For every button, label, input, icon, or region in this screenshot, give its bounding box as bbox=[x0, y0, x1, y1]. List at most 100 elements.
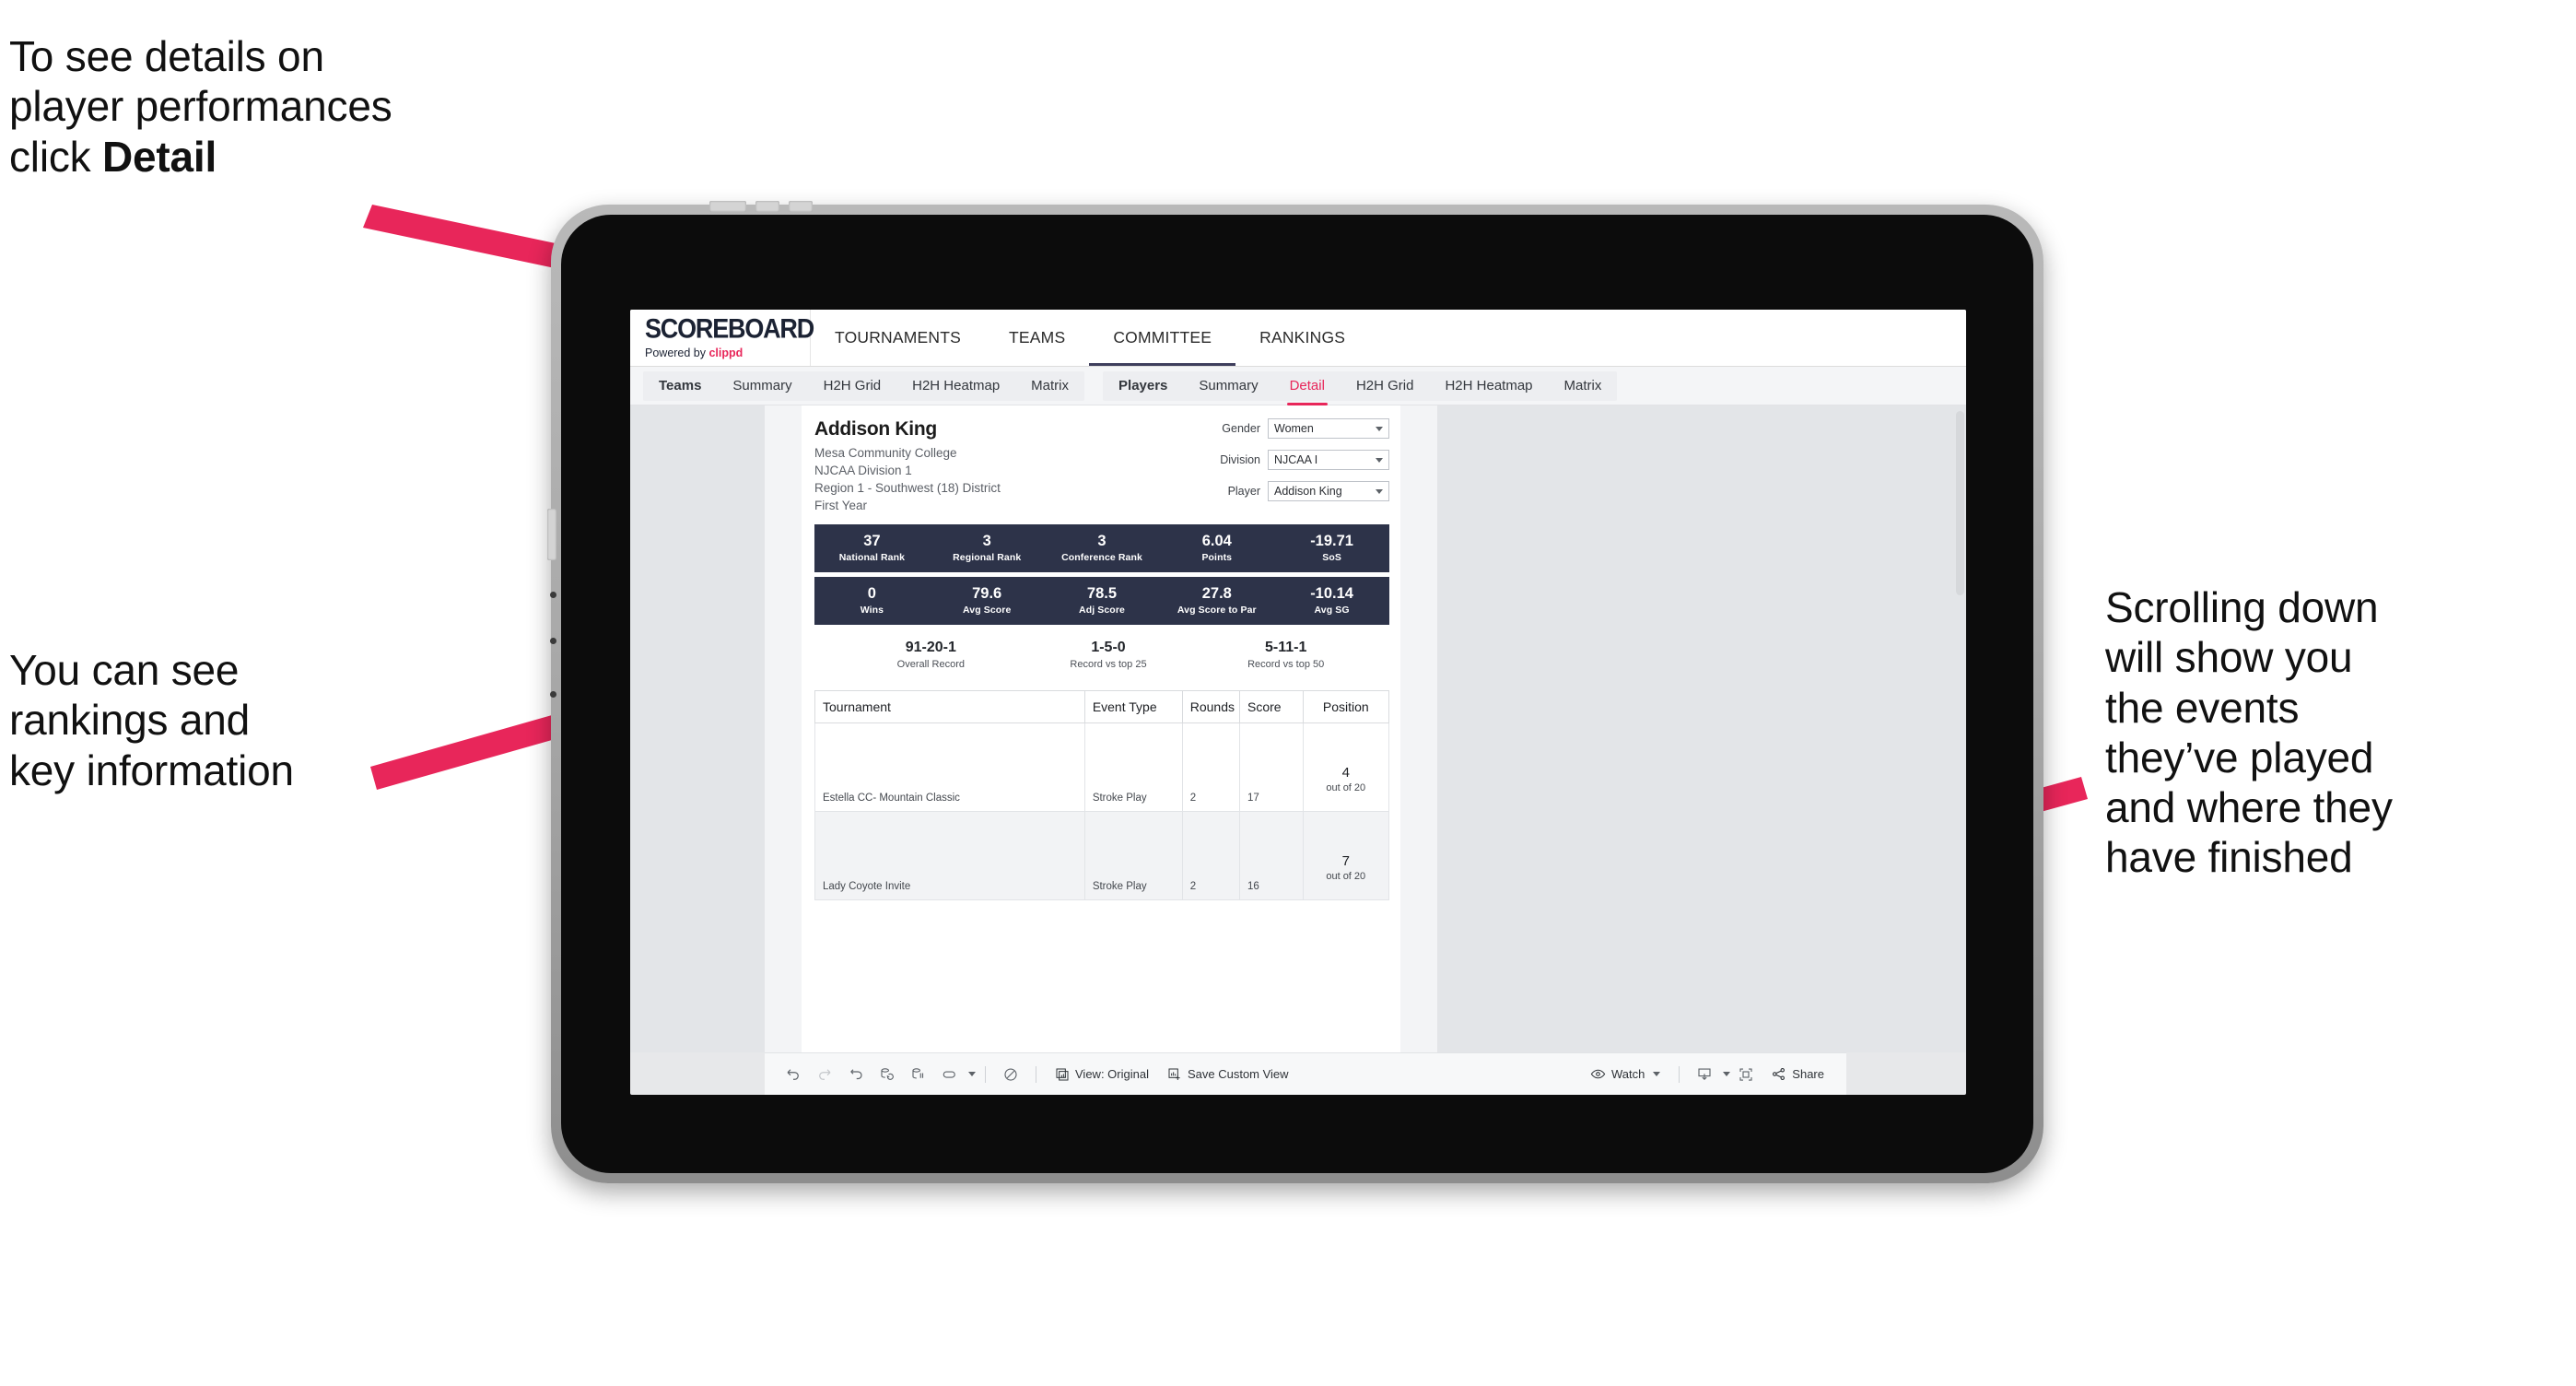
col-tournament[interactable]: Tournament bbox=[814, 689, 1085, 723]
stat-value: 37 bbox=[863, 533, 881, 550]
subnav-teams-matrix[interactable]: Matrix bbox=[1015, 371, 1084, 401]
cell-rounds: 2 bbox=[1181, 810, 1241, 900]
record-value: 1-5-0 bbox=[1091, 639, 1126, 655]
share-button[interactable]: Share bbox=[1762, 1061, 1833, 1088]
loop-dropdown-caret-icon[interactable] bbox=[968, 1072, 976, 1076]
stat-sos: -19.71 SoS bbox=[1274, 533, 1389, 563]
subnav-players-h2h-heatmap[interactable]: H2H Heatmap bbox=[1429, 371, 1548, 401]
sub-navigation: Teams Summary H2H Grid H2H Heatmap Matri… bbox=[630, 367, 1966, 405]
record-value: 5-11-1 bbox=[1264, 639, 1307, 655]
stat-label: Adj Score bbox=[1079, 605, 1125, 617]
watch-dropdown-caret-icon[interactable] bbox=[1653, 1072, 1661, 1076]
subnav-teams[interactable]: Teams bbox=[643, 371, 717, 401]
tablet-power-button[interactable] bbox=[709, 201, 746, 212]
stat-value: -19.71 bbox=[1310, 533, 1353, 550]
stat-points: 6.04 Points bbox=[1159, 533, 1274, 563]
download-dropdown-caret-icon[interactable] bbox=[1723, 1072, 1731, 1076]
subnav-players-detail[interactable]: Detail bbox=[1274, 371, 1341, 405]
player-dropdown[interactable]: Addison King bbox=[1268, 481, 1389, 501]
cell-rounds: 2 bbox=[1181, 722, 1241, 812]
refresh-data-icon[interactable] bbox=[872, 1061, 903, 1088]
share-label: Share bbox=[1792, 1067, 1824, 1081]
brand-powered-by: Powered by clippd bbox=[645, 346, 810, 359]
redo-icon[interactable] bbox=[809, 1061, 840, 1088]
col-score[interactable]: Score bbox=[1239, 689, 1304, 723]
chevron-down-icon bbox=[1376, 427, 1383, 431]
stat-label: Avg Score to Par bbox=[1177, 605, 1257, 617]
tablet-volume-down-button[interactable] bbox=[789, 201, 813, 212]
cell-event-type: Stroke Play bbox=[1083, 810, 1183, 900]
revert-icon[interactable] bbox=[840, 1061, 872, 1088]
division-dropdown[interactable]: NJCAA I bbox=[1268, 450, 1389, 470]
vertical-scrollbar[interactable] bbox=[1956, 411, 1964, 595]
col-rounds[interactable]: Rounds bbox=[1181, 689, 1241, 723]
col-position[interactable]: Position bbox=[1302, 689, 1390, 723]
cell-score: 16 bbox=[1239, 810, 1304, 900]
subnav-players-summary[interactable]: Summary bbox=[1183, 371, 1273, 401]
annotation-top-left-bold: Detail bbox=[102, 132, 217, 181]
download-icon[interactable] bbox=[1689, 1061, 1720, 1088]
player-label: Player bbox=[1227, 485, 1260, 498]
toolbar-divider bbox=[1679, 1065, 1680, 1083]
loop-icon[interactable] bbox=[934, 1061, 966, 1088]
division-label: Division bbox=[1220, 453, 1260, 466]
top-nav-rankings[interactable]: RANKINGS bbox=[1235, 310, 1369, 366]
stat-label: National Rank bbox=[838, 552, 906, 564]
player-value: Addison King bbox=[1274, 485, 1342, 498]
cell-tournament: Lady Coyote Invite bbox=[814, 810, 1085, 900]
annotation-right: Scrolling down will show you the events … bbox=[2105, 583, 2393, 882]
pause-data-icon[interactable] bbox=[903, 1061, 934, 1088]
toolbar-divider bbox=[985, 1065, 986, 1083]
stat-avg-sg: -10.14 Avg SG bbox=[1274, 585, 1389, 616]
stat-value: 6.04 bbox=[1201, 533, 1232, 550]
division-selector-row: Division NJCAA I bbox=[1176, 450, 1389, 470]
col-event-type[interactable]: Event Type bbox=[1083, 689, 1183, 723]
subnav-teams-summary[interactable]: Summary bbox=[717, 371, 807, 401]
pause-auto-update-icon[interactable] bbox=[995, 1061, 1026, 1088]
events-table: Tournament Event Type Rounds Score Posit… bbox=[814, 689, 1390, 900]
table-row[interactable]: Lady Coyote Invite Stroke Play 2 16 7 ou… bbox=[814, 810, 1390, 900]
subnav-players-matrix[interactable]: Matrix bbox=[1549, 371, 1618, 401]
watch-button[interactable]: Watch bbox=[1581, 1061, 1669, 1088]
undo-icon[interactable] bbox=[778, 1061, 809, 1088]
top-nav-committee[interactable]: COMMITTEE bbox=[1089, 310, 1235, 366]
stat-regional-rank: 3 Regional Rank bbox=[930, 533, 1045, 563]
tablet-volume-up-button[interactable] bbox=[755, 201, 779, 212]
gender-dropdown[interactable]: Women bbox=[1268, 418, 1389, 439]
top-nav-teams[interactable]: TEAMS bbox=[985, 310, 1089, 366]
fullscreen-icon[interactable] bbox=[1730, 1061, 1762, 1088]
top-nav-tournaments[interactable]: TOURNAMENTS bbox=[811, 310, 985, 366]
player-detail-sheet: Addison King Mesa Community College NJCA… bbox=[802, 405, 1400, 1052]
subnav-players[interactable]: Players bbox=[1103, 371, 1183, 401]
stat-value: 0 bbox=[867, 585, 876, 603]
brand-title: SCOREBOARD bbox=[645, 313, 814, 344]
table-row[interactable]: Estella CC- Mountain Classic Stroke Play… bbox=[814, 722, 1390, 812]
record-vs-top-50: 5-11-1 Record vs top 50 bbox=[1197, 640, 1375, 670]
player-selector-row: Player Addison King bbox=[1176, 481, 1389, 501]
subnav-teams-h2h-grid[interactable]: H2H Grid bbox=[808, 371, 897, 401]
tablet-side-button[interactable] bbox=[547, 509, 556, 560]
cell-event-type: Stroke Play bbox=[1083, 722, 1183, 812]
stat-wins: 0 Wins bbox=[814, 585, 930, 616]
view-original-button[interactable]: View: Original bbox=[1046, 1061, 1158, 1088]
position-out-of: out of 20 bbox=[1326, 781, 1366, 793]
chevron-down-icon bbox=[1376, 458, 1383, 463]
save-custom-view-button[interactable]: Save Custom View bbox=[1158, 1061, 1298, 1088]
stat-value: 78.5 bbox=[1086, 585, 1118, 603]
subnav-players-h2h-grid[interactable]: H2H Grid bbox=[1341, 371, 1430, 401]
stat-label: Points bbox=[1201, 552, 1233, 564]
subnav-teams-h2h-heatmap[interactable]: H2H Heatmap bbox=[896, 371, 1015, 401]
brand-bar: SCOREBOARD Powered by clippd TOURNAMENTS… bbox=[630, 310, 1966, 367]
records-row: 91-20-1 Overall Record 1-5-0 Record vs t… bbox=[814, 640, 1389, 670]
stat-label: Avg SG bbox=[1314, 605, 1350, 617]
view-original-label: View: Original bbox=[1075, 1067, 1149, 1081]
brand-logo[interactable]: SCOREBOARD Powered by clippd bbox=[630, 310, 814, 366]
gender-label: Gender bbox=[1222, 422, 1260, 435]
gender-selector-row: Gender Women bbox=[1176, 418, 1389, 439]
stat-value: 3 bbox=[1097, 533, 1107, 550]
record-label: Record vs top 25 bbox=[1070, 658, 1147, 670]
stat-label: Regional Rank bbox=[953, 552, 1022, 564]
position-value: 7 bbox=[1341, 852, 1350, 869]
table-header-row: Tournament Event Type Rounds Score Posit… bbox=[814, 689, 1390, 723]
save-custom-view-label: Save Custom View bbox=[1187, 1067, 1289, 1081]
